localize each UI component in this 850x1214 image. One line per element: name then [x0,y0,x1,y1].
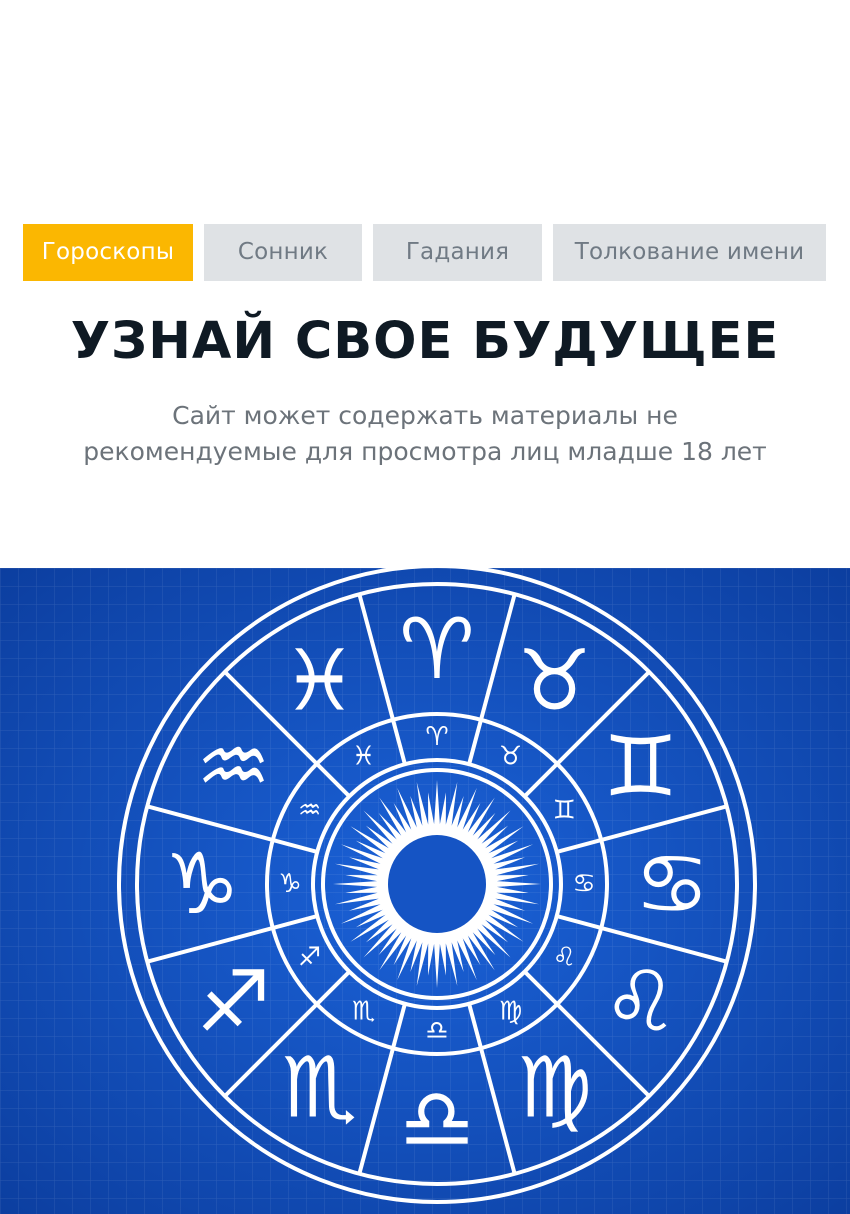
age-warning-line1: Сайт может содержать материалы не [172,401,678,430]
zodiac-symbol-icon: ♋ [572,869,595,899]
sun-core-icon [388,835,486,933]
zodiac-figure-icon: ♑ [164,835,239,933]
zodiac-symbol-icon: ♈ [425,722,448,752]
zodiac-symbol-icon: ♓ [352,742,375,772]
zodiac-symbol-icon: ♉ [499,742,522,772]
zodiac-figure-icon: ♊ [603,718,678,816]
zodiac-hero-image: ♈ ♉ ♊ ♋ ♌ ♍ ♎ ♏ ♐ ♑ ♒ ♓ ♈ ♉ ♊ ♋ ♌ ♍ ♎ ♏ ♐ ♑ ♒ ♓ [0,568,850,1214]
tab-name-meaning[interactable]: Толкование имени [553,224,826,281]
page-title: УЗНАЙ СВОЕ БУДУЩЕЕ [70,312,780,371]
age-warning: Сайт может содержать материалы не рекоме… [60,398,790,470]
zodiac-symbol-icon: ♐ [298,943,321,973]
tab-fortune-telling[interactable]: Гадания [373,224,542,281]
zodiac-symbol-icon: ♌ [553,943,576,973]
zodiac-symbol-icon: ♏ [352,996,375,1026]
zodiac-figure-icon: ♐ [196,953,271,1051]
tab-dream-book[interactable]: Сонник [204,224,362,281]
zodiac-figure-icon: ♎ [399,1070,474,1168]
zodiac-symbol-icon: ♊ [553,796,576,826]
zodiac-figure-icon: ♒ [196,718,271,816]
zodiac-figure-icon: ♓ [282,631,357,729]
age-warning-line2: рекомендуемые для просмотра лиц младше 1… [83,437,767,466]
zodiac-wheel-graphic: ♈♉♊♋♌♍♎♏♐♑♒♓ ♈ ♉♊♋♌♍♎♏♐♑♒♓ [0,568,850,1214]
tab-horoscopes[interactable]: Гороскопы [23,224,193,281]
zodiac-symbol-icon: ♒ [298,796,321,826]
zodiac-figure-icon: ♈ [399,600,474,698]
zodiac-figure-icon: ♌ [603,953,678,1051]
zodiac-figure-icon: ♋ [634,835,709,933]
zodiac-figure-icon: ♍ [517,1039,592,1137]
zodiac-symbol-icon: ♎ [425,1016,448,1046]
zodiac-symbol-icon: ♑ [278,869,301,899]
zodiac-figure-icon: ♉ [517,631,592,729]
zodiac-symbol-icon: ♍ [499,996,522,1026]
zodiac-figure-icon: ♏ [282,1039,357,1137]
main-nav: Гороскопы Сонник Гадания Толкование имен… [23,224,826,281]
